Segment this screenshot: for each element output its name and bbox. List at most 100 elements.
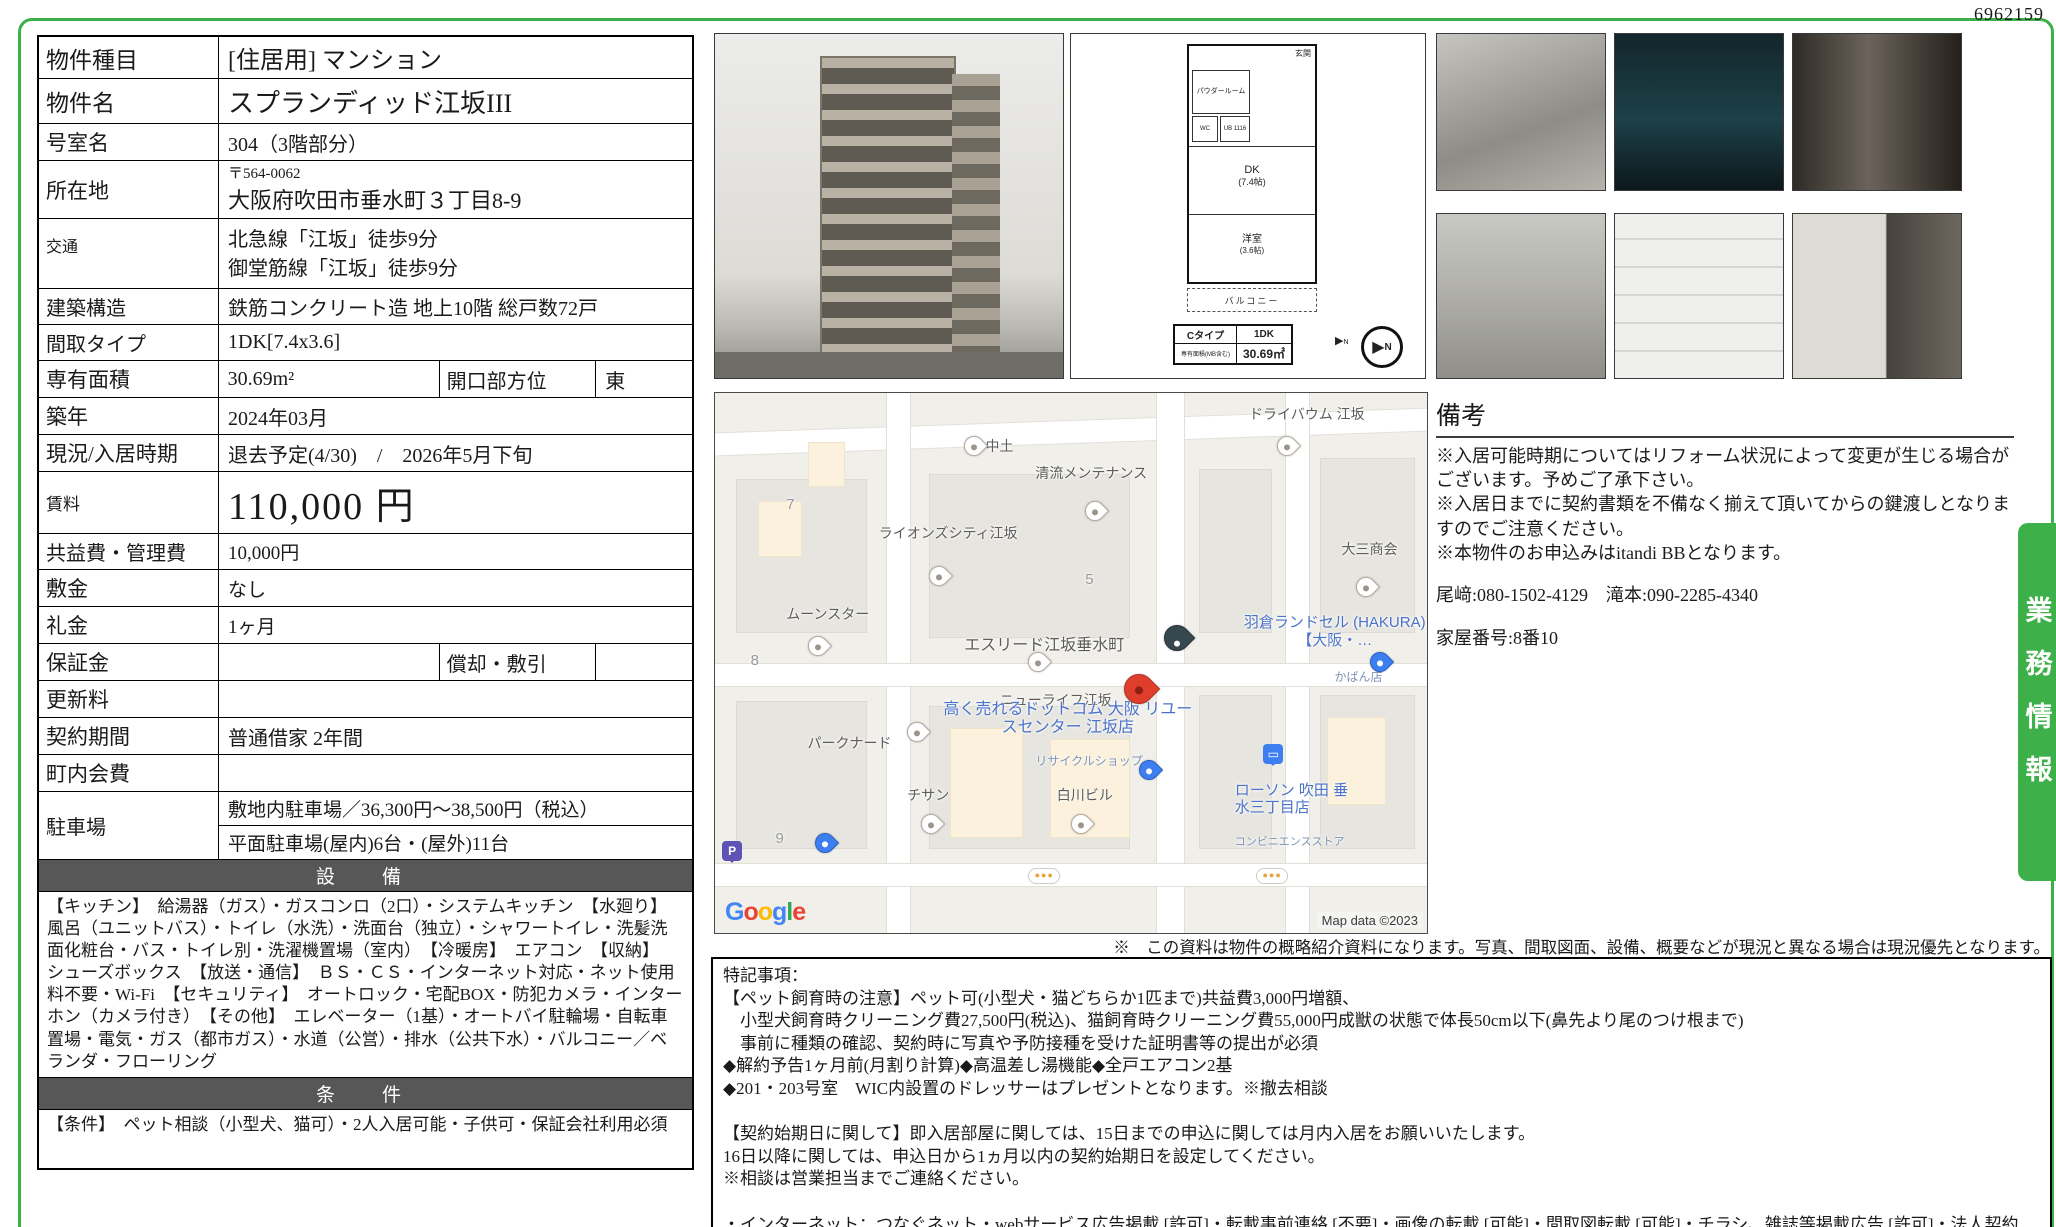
table-row: 間取タイプ 1DK[7.4x3.6] bbox=[39, 324, 692, 360]
floorplan-divider bbox=[1189, 146, 1315, 147]
photo-thumbnail-entrance bbox=[1436, 33, 1606, 191]
map-label: リサイクルショップ bbox=[1035, 752, 1142, 769]
map-building bbox=[808, 442, 846, 487]
legend-area-value: 30.69㎡ bbox=[1237, 344, 1293, 365]
remarks-contacts: 尾﨑:080-1502-4129 滝本:090-2285-4340 bbox=[1436, 583, 2014, 607]
legend-layout: 1DK bbox=[1237, 325, 1293, 344]
field-value bbox=[219, 681, 692, 717]
floor-plan: 玄関 パウダールーム WC UB 1116 DK (7.4帖) 洋室 (3.6帖… bbox=[1070, 33, 1426, 379]
map-block bbox=[736, 701, 866, 849]
map-block bbox=[929, 474, 1130, 638]
table-row: 建築構造 鉄筋コンクリート造 地上10階 総戸数72戸 bbox=[39, 288, 692, 324]
remarks-line: ※入居日までに契約書類を不備なく揃えて頂いてからの鍵渡しとなりますのでご注意くだ… bbox=[1436, 492, 2014, 541]
floorplan-wc: WC bbox=[1192, 116, 1218, 142]
floorplan-divider bbox=[1189, 214, 1315, 215]
rent-value: 110,000 円 bbox=[219, 472, 692, 533]
map-copyright: Map data ©2023 bbox=[1317, 912, 1423, 929]
field-value: 1DK[7.4x3.6] bbox=[219, 325, 692, 360]
notes-line: ・インターネット：つなぐネット・webサービス広告掲載 [許可]・転載事前連絡 … bbox=[723, 1214, 2040, 1227]
field-label: 築年 bbox=[39, 398, 219, 434]
map-block bbox=[1199, 695, 1272, 848]
notes-line bbox=[723, 1191, 2040, 1214]
address: 大阪府吹田市垂水町３丁目8-9 bbox=[228, 183, 683, 215]
room-name: 洋室 bbox=[1189, 234, 1315, 246]
special-notes: 特記事項： 【ペット飼育時の注意】ペット可(小型犬・猫どちらか1匹まで)共益費3… bbox=[711, 957, 2052, 1227]
legend-area-label: 専有面積(MB含む) bbox=[1174, 344, 1237, 365]
map-block bbox=[1199, 469, 1272, 633]
field-value bbox=[219, 644, 439, 680]
property-table: 物件種目 [住居用] マンション 物件名 スプランディッド江坂III 号室名 3… bbox=[37, 35, 694, 1170]
north-arrow-icon: ▶N bbox=[1335, 334, 1349, 347]
map-road bbox=[714, 863, 1428, 887]
remarks-section: 備考 ※入居可能時期についてはリフォーム状況によって変更が生じる場合がございます… bbox=[1436, 400, 2014, 650]
field-value: 普通借家 2年間 bbox=[219, 718, 692, 754]
field-value: 退去予定(4/30) / 2026年5月下旬 bbox=[219, 435, 692, 471]
remarks-house-number: 家屋番号:8番10 bbox=[1436, 626, 2014, 650]
field-value: 2024年03月 bbox=[219, 398, 692, 434]
photo-thumbnail-mailboxes bbox=[1614, 213, 1784, 379]
property-flyer: 6962159 物件種目 [住居用] マンション 物件名 スプランディッド江坂I… bbox=[0, 0, 2056, 1227]
field-label: 物件名 bbox=[39, 79, 219, 123]
table-row: 所在地 〒564-0062 大阪府吹田市垂水町３丁目8-9 bbox=[39, 160, 692, 218]
transit-icon: ●●● bbox=[1028, 868, 1060, 884]
notes-line: ◆201・203号室 WIC内設置のドレッサーはプレゼントとなります。※撤去相談 bbox=[723, 1078, 2040, 1101]
photo-thumbnail-hallway bbox=[1792, 33, 1962, 191]
notes-line: 小型犬飼育時クリーニング費27,500円(税込)、猫飼育時クリーニング費55,0… bbox=[723, 1010, 2040, 1033]
field-value bbox=[219, 755, 692, 791]
map-building bbox=[758, 501, 803, 557]
table-row: 更新料 bbox=[39, 680, 692, 717]
map-pin-store-icon: ▭ bbox=[1263, 744, 1283, 764]
floorplan-powder-room: パウダールーム bbox=[1192, 70, 1250, 114]
notes-line bbox=[723, 1101, 2040, 1124]
floorplan-legend: Cタイプ 1DK 専有面積(MB含む) 30.69㎡ bbox=[1173, 324, 1293, 365]
field-label: 賃料 bbox=[39, 472, 219, 533]
floorplan-balcony: バルコニー bbox=[1187, 288, 1317, 312]
table-row: 現況/入居時期 退去予定(4/30) / 2026年5月下旬 bbox=[39, 434, 692, 471]
map-road-number: 5 bbox=[1085, 571, 1093, 588]
table-row: 契約期間 普通借家 2年間 bbox=[39, 717, 692, 754]
field-label: 更新料 bbox=[39, 681, 219, 717]
table-row: 駐車場 敷地内駐車場／36,300円～38,500円（税込） 平面駐車場(屋内)… bbox=[39, 791, 692, 859]
map-road bbox=[714, 663, 1428, 687]
map-label: 大三商会 bbox=[1342, 539, 1398, 559]
remarks-line: ※本物件のお申込みはitandi BBとなります。 bbox=[1436, 541, 2014, 565]
north-letter: N bbox=[1343, 339, 1348, 346]
map-pin-icon bbox=[803, 632, 831, 660]
table-row: 礼金 1ヶ月 bbox=[39, 606, 692, 643]
legend-type: Cタイプ bbox=[1174, 325, 1237, 344]
map-road-number: 7 bbox=[786, 496, 794, 513]
map-label: パークナード bbox=[808, 733, 892, 753]
field-label: 保証金 bbox=[39, 644, 219, 680]
field-value: 北急線「江坂」徒歩9分 御堂筋線「江坂」徒歩9分 bbox=[219, 219, 692, 288]
field-label: 礼金 bbox=[39, 607, 219, 643]
photo-thumbnail-corridor bbox=[1792, 213, 1962, 379]
photo-thumbnail-lounge bbox=[1614, 33, 1784, 191]
notes-line: 事前に種類の確認、契約時に写真や予防接種を受けた証明書等の提出が必須 bbox=[723, 1033, 2040, 1056]
business-info-tab: 業務情報 bbox=[2018, 523, 2056, 881]
field-label: 契約期間 bbox=[39, 718, 219, 754]
field-value: 30.69m² bbox=[219, 361, 439, 397]
compass-icon: ▶N bbox=[1361, 326, 1403, 368]
conditions-text: 【条件】 ペット相談（小型犬、猫可）・2人入居可能・子供可・保証会社利用必須 bbox=[39, 1109, 692, 1168]
notes-line: 16日以降に関しては、申込日から1ヵ月以内の契約始期日を設定してください。 bbox=[723, 1146, 2040, 1169]
field-value: スプランディッド江坂III bbox=[219, 79, 692, 123]
photo-building-wing bbox=[952, 74, 1000, 356]
map-label: 白川ビル bbox=[1057, 785, 1113, 805]
field-label: 共益費・管理費 bbox=[39, 534, 219, 569]
field-value: 304（3階部分） bbox=[219, 124, 692, 160]
table-row: 交通 北急線「江坂」徒歩9分 御堂筋線「江坂」徒歩9分 bbox=[39, 218, 692, 288]
notes-line: 【契約始期日に関して】即入居部屋に関しては、15日までの申込に関しては月内入居を… bbox=[723, 1123, 2040, 1146]
map-label: ムーンスター bbox=[786, 604, 869, 624]
notes-line: 特記事項： bbox=[723, 965, 2040, 988]
field-label: 建築構造 bbox=[39, 289, 219, 324]
map-label: ドライバウム 江坂 bbox=[1249, 404, 1365, 424]
parking-line: 平面駐車場(屋内)6台・(屋外)11台 bbox=[219, 826, 692, 859]
floorplan-ub: UB 1116 bbox=[1220, 116, 1250, 142]
map-label: 中土 bbox=[986, 436, 1014, 456]
field-label: 物件種目 bbox=[39, 37, 219, 78]
table-row: 物件名 スプランディッド江坂III bbox=[39, 78, 692, 123]
floorplan-unit-outline: 玄関 パウダールーム WC UB 1116 DK (7.4帖) 洋室 (3.6帖… bbox=[1187, 44, 1317, 284]
notes-line: ◆解約予告1ヶ月前(月割り計算)◆高温差し湯機能◆全戸エアコン2基 bbox=[723, 1055, 2040, 1078]
field-value: [住居用] マンション bbox=[219, 37, 692, 78]
table-row: 物件種目 [住居用] マンション bbox=[39, 37, 692, 78]
